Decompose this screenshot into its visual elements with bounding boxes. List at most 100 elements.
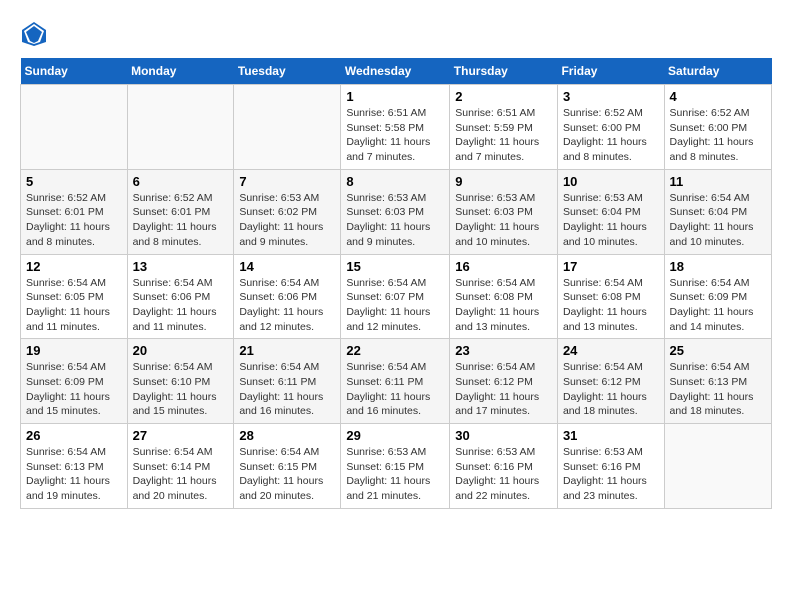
calendar-cell: 26 Sunrise: 6:54 AMSunset: 6:13 PMDayligh… (21, 424, 128, 509)
day-info: Sunrise: 6:54 AMSunset: 6:08 PMDaylight:… (455, 276, 552, 335)
calendar-header: SundayMondayTuesdayWednesdayThursdayFrid… (21, 58, 772, 85)
day-info: Sunrise: 6:53 AMSunset: 6:03 PMDaylight:… (346, 191, 444, 250)
day-number: 21 (239, 343, 335, 358)
calendar-cell: 6 Sunrise: 6:52 AMSunset: 6:01 PMDaylight… (127, 169, 234, 254)
calendar-week-row: 19Sunrise: 6:54 AMSunset: 6:09 PMDayligh… (21, 339, 772, 424)
weekday-header: Friday (557, 58, 664, 85)
logo (20, 20, 52, 48)
day-number: 9 (455, 174, 552, 189)
day-info: Sunrise: 6:54 AMSunset: 6:14 PMDaylight:… (133, 445, 229, 504)
day-info: Sunrise: 6:53 AMSunset: 6:02 PMDaylight:… (239, 191, 335, 250)
day-number: 16 (455, 259, 552, 274)
calendar-cell: 19Sunrise: 6:54 AMSunset: 6:09 PMDayligh… (21, 339, 128, 424)
header-row: SundayMondayTuesdayWednesdayThursdayFrid… (21, 58, 772, 85)
calendar-week-row: 12Sunrise: 6:54 AMSunset: 6:05 PMDayligh… (21, 254, 772, 339)
calendar-cell: 27 Sunrise: 6:54 AMSunset: 6:14 PMDayligh… (127, 424, 234, 509)
calendar-cell: 2 Sunrise: 6:51 AMSunset: 5:59 PMDaylight… (450, 85, 558, 170)
day-info: Sunrise: 6:52 AMSunset: 6:01 PMDaylight:… (26, 191, 122, 250)
day-number: 14 (239, 259, 335, 274)
day-number: 1 (346, 89, 444, 104)
calendar-cell (21, 85, 128, 170)
calendar-cell: 30Sunrise: 6:53 AMSunset: 6:16 PMDayligh… (450, 424, 558, 509)
calendar-cell: 29Sunrise: 6:53 AMSunset: 6:15 PMDayligh… (341, 424, 450, 509)
day-info: Sunrise: 6:54 AMSunset: 6:04 PMDaylight:… (670, 191, 766, 250)
calendar-cell: 18 Sunrise: 6:54 AMSunset: 6:09 PMDayligh… (664, 254, 771, 339)
calendar-body: 1 Sunrise: 6:51 AMSunset: 5:58 PMDaylight… (21, 85, 772, 509)
day-info: Sunrise: 6:54 AMSunset: 6:11 PMDaylight:… (346, 360, 444, 419)
day-number: 23 (455, 343, 552, 358)
day-info: Sunrise: 6:54 AMSunset: 6:05 PMDaylight:… (26, 276, 122, 335)
day-info: Sunrise: 6:53 AMSunset: 6:15 PMDaylight:… (346, 445, 444, 504)
day-info: Sunrise: 6:54 AMSunset: 6:13 PMDaylight:… (670, 360, 766, 419)
calendar-cell: 25 Sunrise: 6:54 AMSunset: 6:13 PMDayligh… (664, 339, 771, 424)
day-info: Sunrise: 6:53 AMSunset: 6:03 PMDaylight:… (455, 191, 552, 250)
day-number: 8 (346, 174, 444, 189)
calendar-cell: 20 Sunrise: 6:54 AMSunset: 6:10 PMDayligh… (127, 339, 234, 424)
day-number: 6 (133, 174, 229, 189)
calendar-cell: 8 Sunrise: 6:53 AMSunset: 6:03 PMDaylight… (341, 169, 450, 254)
calendar-cell: 21Sunrise: 6:54 AMSunset: 6:11 PMDayligh… (234, 339, 341, 424)
day-info: Sunrise: 6:54 AMSunset: 6:08 PMDaylight:… (563, 276, 659, 335)
calendar-cell: 24 Sunrise: 6:54 AMSunset: 6:12 PMDayligh… (557, 339, 664, 424)
calendar-cell (127, 85, 234, 170)
day-info: Sunrise: 6:51 AMSunset: 5:59 PMDaylight:… (455, 106, 552, 165)
day-info: Sunrise: 6:52 AMSunset: 6:01 PMDaylight:… (133, 191, 229, 250)
day-info: Sunrise: 6:51 AMSunset: 5:58 PMDaylight:… (346, 106, 444, 165)
weekday-header: Monday (127, 58, 234, 85)
day-info: Sunrise: 6:53 AMSunset: 6:16 PMDaylight:… (563, 445, 659, 504)
calendar-cell: 14 Sunrise: 6:54 AMSunset: 6:06 PMDayligh… (234, 254, 341, 339)
calendar-cell: 23 Sunrise: 6:54 AMSunset: 6:12 PMDayligh… (450, 339, 558, 424)
day-number: 15 (346, 259, 444, 274)
day-number: 27 (133, 428, 229, 443)
day-info: Sunrise: 6:54 AMSunset: 6:13 PMDaylight:… (26, 445, 122, 504)
calendar-cell (234, 85, 341, 170)
calendar-cell: 28 Sunrise: 6:54 AMSunset: 6:15 PMDayligh… (234, 424, 341, 509)
calendar-cell: 31 Sunrise: 6:53 AMSunset: 6:16 PMDayligh… (557, 424, 664, 509)
calendar-cell: 22Sunrise: 6:54 AMSunset: 6:11 PMDayligh… (341, 339, 450, 424)
day-number: 5 (26, 174, 122, 189)
day-number: 11 (670, 174, 766, 189)
weekday-header: Sunday (21, 58, 128, 85)
day-info: Sunrise: 6:52 AMSunset: 6:00 PMDaylight:… (563, 106, 659, 165)
calendar-week-row: 5 Sunrise: 6:52 AMSunset: 6:01 PMDaylight… (21, 169, 772, 254)
day-number: 20 (133, 343, 229, 358)
day-number: 26 (26, 428, 122, 443)
day-number: 10 (563, 174, 659, 189)
day-info: Sunrise: 6:54 AMSunset: 6:06 PMDaylight:… (133, 276, 229, 335)
weekday-header: Tuesday (234, 58, 341, 85)
day-number: 2 (455, 89, 552, 104)
calendar-cell: 16 Sunrise: 6:54 AMSunset: 6:08 PMDayligh… (450, 254, 558, 339)
logo-icon (20, 20, 48, 48)
day-number: 18 (670, 259, 766, 274)
day-info: Sunrise: 6:53 AMSunset: 6:16 PMDaylight:… (455, 445, 552, 504)
day-number: 3 (563, 89, 659, 104)
calendar-cell (664, 424, 771, 509)
day-number: 19 (26, 343, 122, 358)
day-number: 13 (133, 259, 229, 274)
day-info: Sunrise: 6:54 AMSunset: 6:06 PMDaylight:… (239, 276, 335, 335)
day-number: 25 (670, 343, 766, 358)
day-number: 28 (239, 428, 335, 443)
calendar-cell: 5 Sunrise: 6:52 AMSunset: 6:01 PMDaylight… (21, 169, 128, 254)
page-header (20, 20, 772, 48)
day-info: Sunrise: 6:54 AMSunset: 6:15 PMDaylight:… (239, 445, 335, 504)
calendar-cell: 13 Sunrise: 6:54 AMSunset: 6:06 PMDayligh… (127, 254, 234, 339)
calendar-table: SundayMondayTuesdayWednesdayThursdayFrid… (20, 58, 772, 509)
weekday-header: Thursday (450, 58, 558, 85)
calendar-cell: 9 Sunrise: 6:53 AMSunset: 6:03 PMDaylight… (450, 169, 558, 254)
weekday-header: Saturday (664, 58, 771, 85)
calendar-cell: 3 Sunrise: 6:52 AMSunset: 6:00 PMDaylight… (557, 85, 664, 170)
day-number: 31 (563, 428, 659, 443)
day-number: 24 (563, 343, 659, 358)
day-info: Sunrise: 6:54 AMSunset: 6:12 PMDaylight:… (563, 360, 659, 419)
calendar-cell: 15Sunrise: 6:54 AMSunset: 6:07 PMDayligh… (341, 254, 450, 339)
day-info: Sunrise: 6:54 AMSunset: 6:09 PMDaylight:… (670, 276, 766, 335)
calendar-cell: 7Sunrise: 6:53 AMSunset: 6:02 PMDaylight… (234, 169, 341, 254)
day-info: Sunrise: 6:54 AMSunset: 6:10 PMDaylight:… (133, 360, 229, 419)
calendar-week-row: 1 Sunrise: 6:51 AMSunset: 5:58 PMDaylight… (21, 85, 772, 170)
calendar-week-row: 26 Sunrise: 6:54 AMSunset: 6:13 PMDayligh… (21, 424, 772, 509)
calendar-cell: 10Sunrise: 6:53 AMSunset: 6:04 PMDayligh… (557, 169, 664, 254)
calendar-cell: 1 Sunrise: 6:51 AMSunset: 5:58 PMDaylight… (341, 85, 450, 170)
day-info: Sunrise: 6:52 AMSunset: 6:00 PMDaylight:… (670, 106, 766, 165)
day-info: Sunrise: 6:54 AMSunset: 6:12 PMDaylight:… (455, 360, 552, 419)
